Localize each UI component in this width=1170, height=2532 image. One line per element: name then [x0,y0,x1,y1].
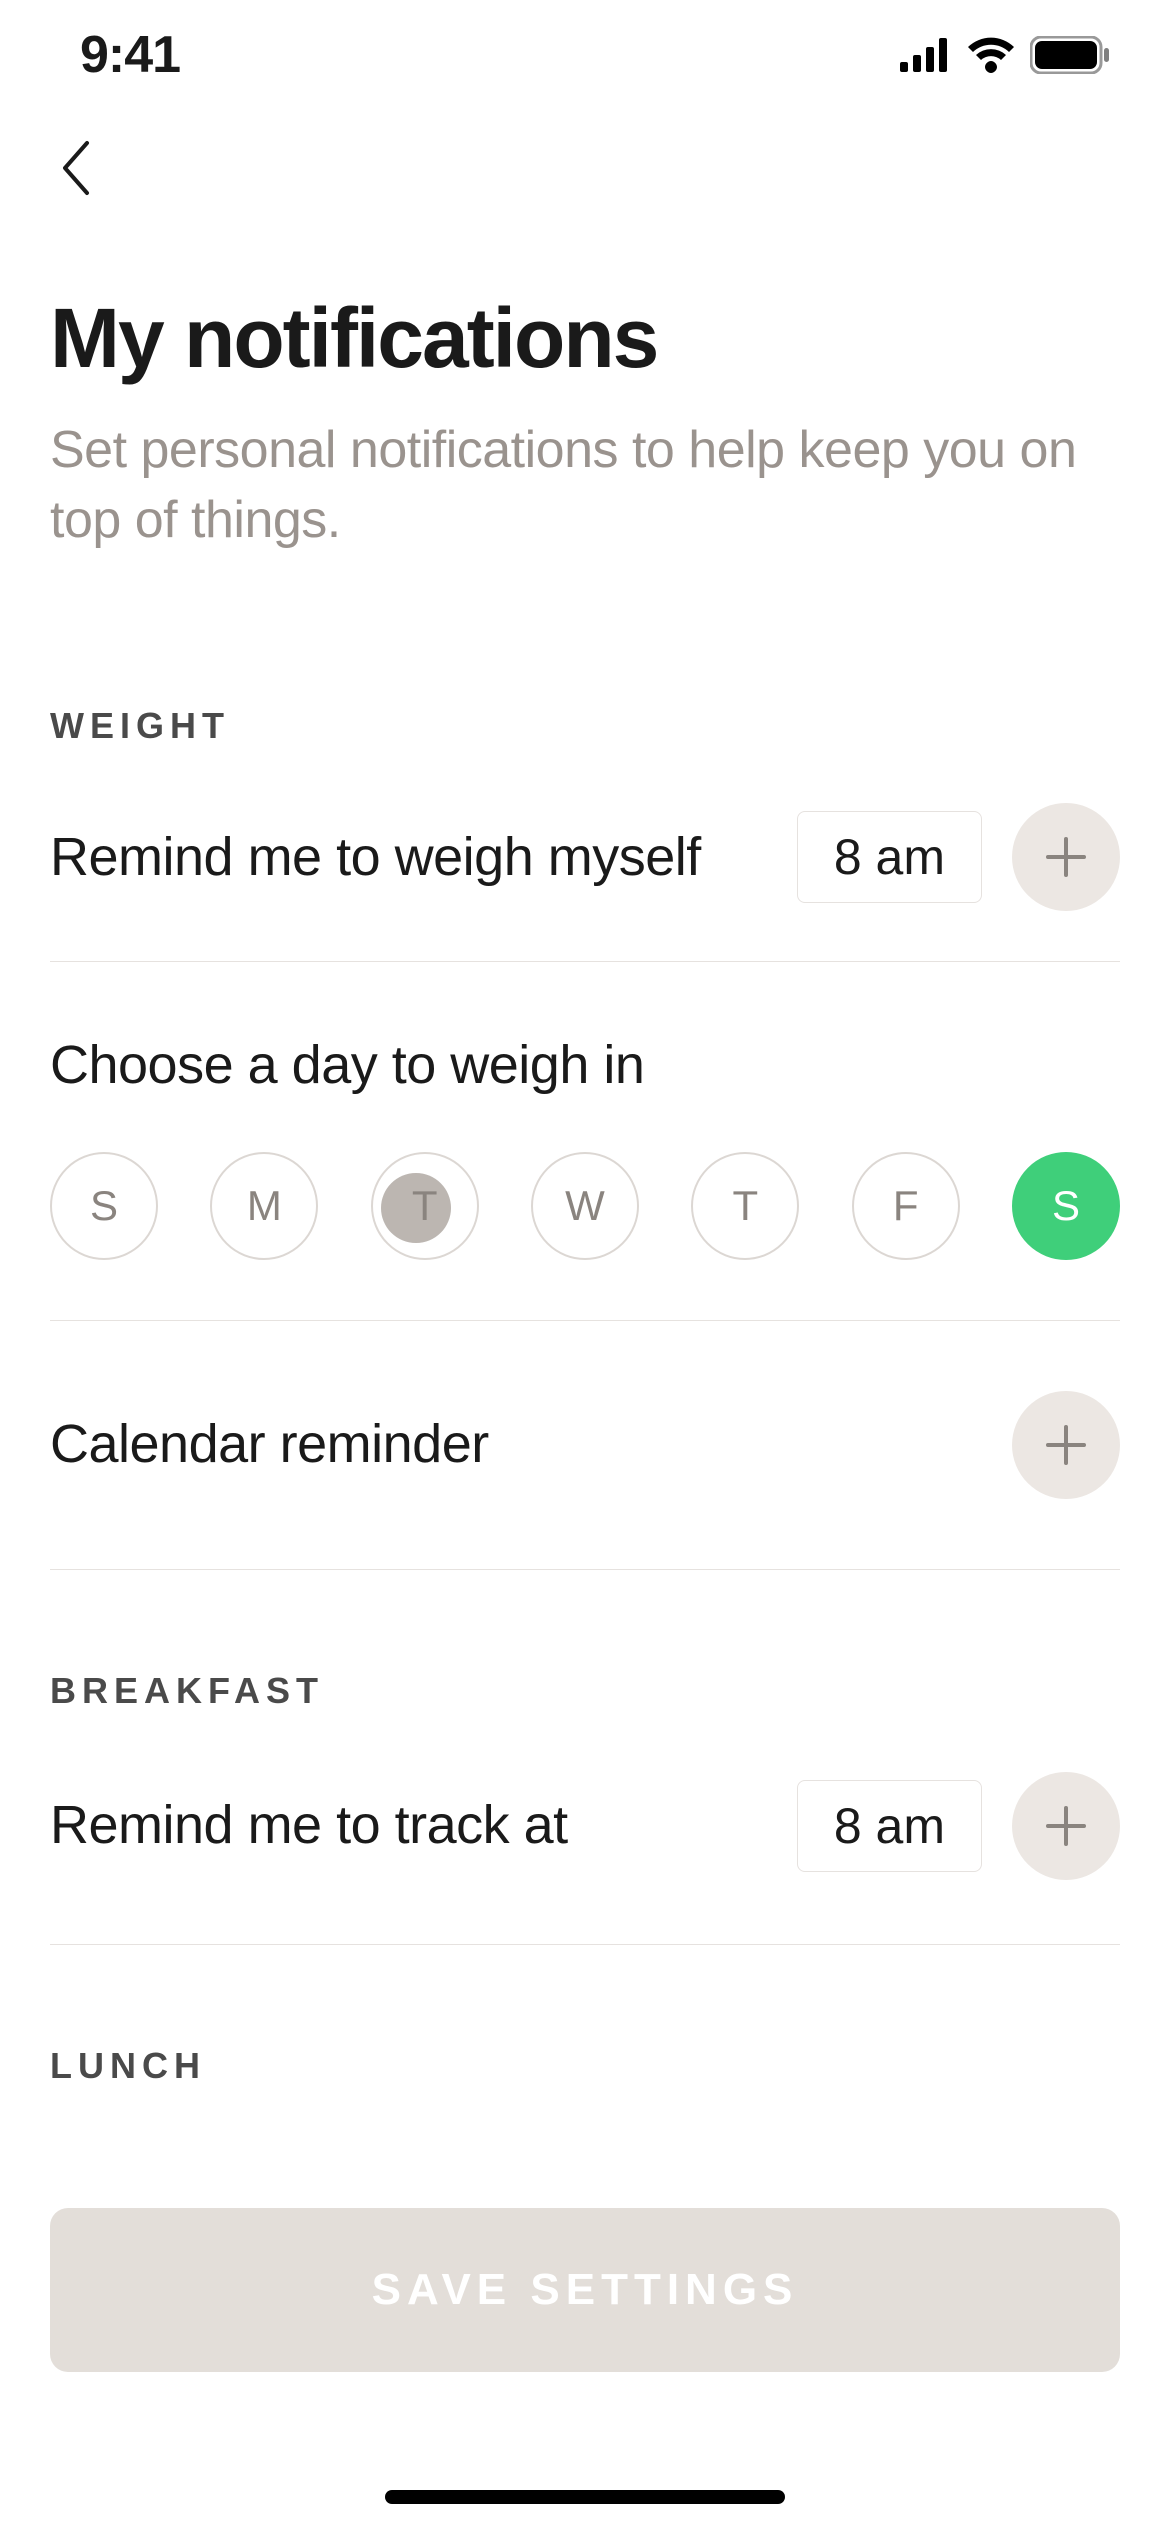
home-indicator [385,2490,785,2504]
page-title: My notifications [50,290,1120,387]
add-calendar-reminder-button[interactable] [1012,1391,1120,1499]
day-tue[interactable]: T [371,1152,479,1260]
add-weight-reminder-button[interactable] [1012,803,1120,911]
status-icons [900,36,1110,74]
battery-icon [1030,36,1110,74]
status-time: 9:41 [80,25,180,85]
row-day-picker: Choose a day to weigh in S M T W T F S [50,962,1120,1321]
save-button-label: SAVE SETTINGS [372,2265,799,2315]
back-button[interactable] [50,140,98,200]
section-label-breakfast: BREAKFAST [50,1670,1120,1712]
day-picker: S M T W T F S [50,1152,1120,1260]
plus-icon [1044,1423,1088,1467]
row-calendar-reminder: Calendar reminder [50,1321,1120,1570]
chevron-left-icon [57,139,91,202]
day-picker-label: Choose a day to weigh in [50,1028,644,1104]
section-label-weight: WEIGHT [50,705,1120,747]
status-bar: 9:41 [0,0,1170,110]
weight-time-picker[interactable]: 8 am [797,811,982,903]
breakfast-time-picker[interactable]: 8 am [797,1780,982,1872]
weight-reminder-label: Remind me to weigh myself [50,820,767,896]
row-breakfast-reminder: Remind me to track at 8 am [50,1712,1120,1945]
section-label-lunch: LUNCH [50,2045,1120,2087]
row-weight-reminder: Remind me to weigh myself 8 am [50,747,1120,962]
page-subtitle: Set personal notifications to help keep … [50,415,1120,555]
day-fri[interactable]: F [852,1152,960,1260]
day-wed[interactable]: W [531,1152,639,1260]
calendar-reminder-label: Calendar reminder [50,1407,982,1483]
save-settings-button[interactable]: SAVE SETTINGS [50,2208,1120,2372]
day-sat[interactable]: S [1012,1152,1120,1260]
day-sun[interactable]: S [50,1152,158,1260]
footer: SAVE SETTINGS [0,2208,1170,2532]
breakfast-reminder-label: Remind me to track at [50,1788,767,1864]
plus-icon [1044,1804,1088,1848]
add-breakfast-reminder-button[interactable] [1012,1772,1120,1880]
day-mon[interactable]: M [210,1152,318,1260]
wifi-icon [966,37,1016,73]
day-thu[interactable]: T [691,1152,799,1260]
plus-icon [1044,835,1088,879]
cellular-icon [900,38,952,72]
